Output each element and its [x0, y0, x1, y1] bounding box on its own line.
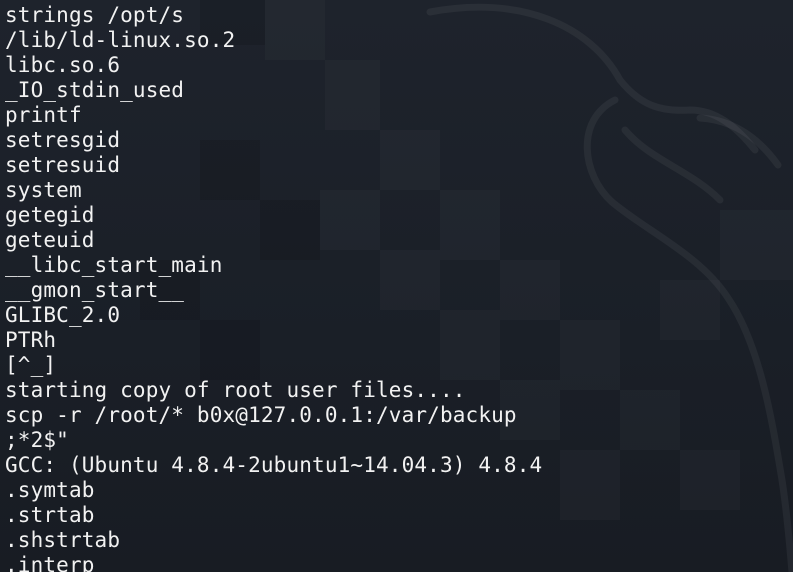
- terminal-output-line: setresuid: [5, 153, 121, 177]
- terminal-output-line: system: [5, 178, 82, 202]
- terminal-output-line: __gmon_start__: [5, 278, 185, 302]
- terminal-output-line: starting copy of root user files....: [5, 378, 466, 402]
- terminal-output-line: setresgid: [5, 128, 121, 152]
- terminal-window[interactable]: strings /opt/s /lib/ld-linux.so.2 libc.s…: [0, 0, 793, 572]
- terminal-output-line: printf: [5, 103, 82, 127]
- terminal-output-line: ;*2$": [5, 428, 69, 452]
- terminal-output-line: geteuid: [5, 228, 95, 252]
- terminal-output-line: .interp: [5, 553, 95, 572]
- terminal-output-line: .symtab: [5, 478, 95, 502]
- terminal-output-line: /lib/ld-linux.so.2: [5, 28, 236, 52]
- terminal-output-line: GCC: (Ubuntu 4.8.4-2ubuntu1~14.04.3) 4.8…: [5, 453, 543, 477]
- terminal-command-line: strings /opt/s: [5, 3, 185, 27]
- terminal-output: strings /opt/s /lib/ld-linux.so.2 libc.s…: [5, 3, 793, 572]
- terminal-output-line: _IO_stdin_used: [5, 78, 185, 102]
- terminal-output-line: .shstrtab: [5, 528, 121, 552]
- terminal-output-line: libc.so.6: [5, 53, 121, 77]
- terminal-output-line: getegid: [5, 203, 95, 227]
- terminal-output-line: PTRh: [5, 328, 57, 352]
- terminal-output-line: GLIBC_2.0: [5, 303, 121, 327]
- terminal-output-line: __libc_start_main: [5, 253, 223, 277]
- terminal-output-line: scp -r /root/* b0x@127.0.0.1:/var/backup: [5, 403, 517, 427]
- terminal-output-line: .strtab: [5, 503, 95, 527]
- terminal-output-line: [^_]: [5, 353, 57, 377]
